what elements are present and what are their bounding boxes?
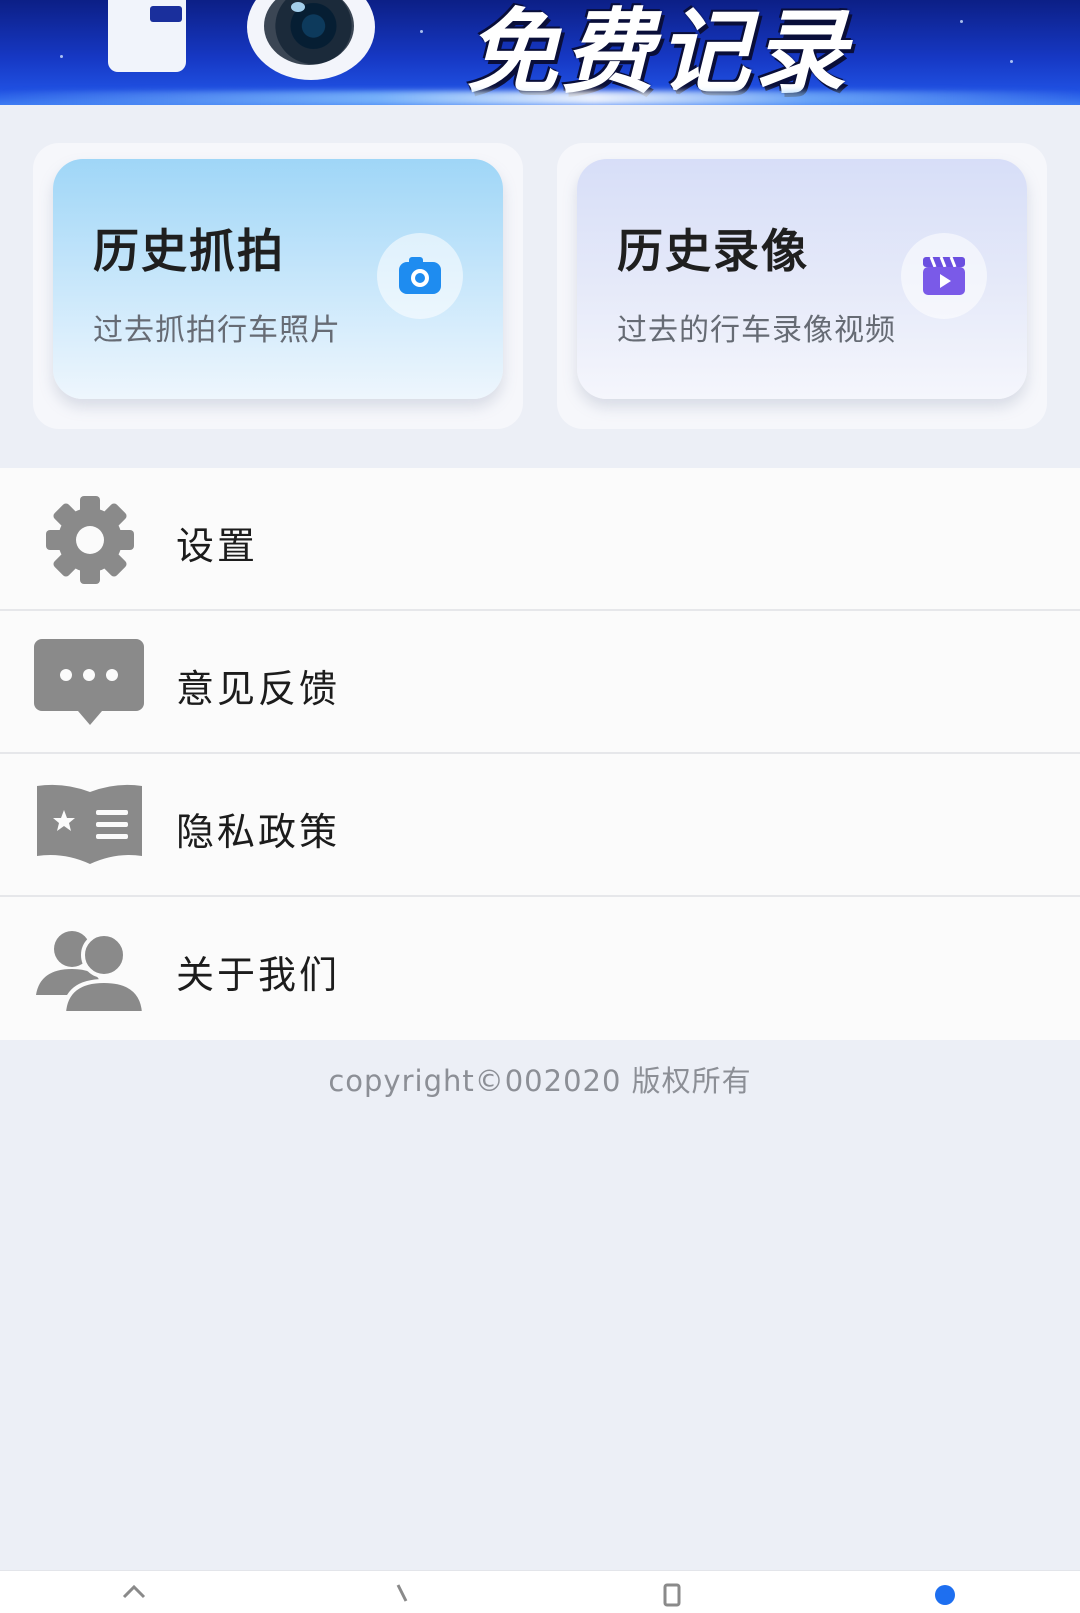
banner: 免费记录 bbox=[0, 0, 1080, 105]
nav-tab-records[interactable] bbox=[642, 1571, 702, 1613]
history-video-card[interactable]: 历史录像 过去的行车录像视频 bbox=[577, 159, 1027, 399]
copyright-text: copyright©002020 版权所有 bbox=[328, 1064, 752, 1098]
nav-tab-home[interactable] bbox=[104, 1571, 164, 1613]
document-icon bbox=[663, 1583, 681, 1607]
gear-icon bbox=[34, 496, 146, 584]
history-snapshot-card[interactable]: 历史抓拍 过去抓拍行车照片 bbox=[53, 159, 503, 399]
bottom-nav bbox=[0, 1570, 1080, 1613]
banner-sparkle bbox=[960, 20, 963, 23]
banner-sparkle bbox=[1010, 60, 1013, 63]
people-icon bbox=[34, 925, 147, 1015]
menu-item-label: 隐私政策 bbox=[176, 810, 341, 854]
card-subtitle: 过去抓拍行车照片 bbox=[93, 313, 341, 348]
menu-item-label: 关于我们 bbox=[176, 953, 341, 997]
card-title: 历史录像 bbox=[617, 224, 809, 278]
nav-tab-discover[interactable] bbox=[372, 1571, 432, 1613]
menu-item-label: 意见反馈 bbox=[176, 667, 341, 711]
banner-sparkle bbox=[420, 30, 423, 33]
banner-sparkle bbox=[60, 55, 63, 58]
video-icon bbox=[901, 233, 987, 319]
book-icon bbox=[34, 782, 146, 870]
menu-item-about[interactable]: 关于我们 bbox=[0, 897, 1080, 1040]
camera-icon bbox=[377, 233, 463, 319]
menu-item-label: 设置 bbox=[176, 524, 259, 568]
compass-icon bbox=[396, 1584, 408, 1602]
card-title: 历史抓拍 bbox=[93, 224, 285, 278]
card-subtitle: 过去的行车录像视频 bbox=[617, 313, 896, 348]
mine-page: 免费记录 历史抓拍 过去抓拍行车照片 历史录像 过去的行车录像视频 设置 意见反… bbox=[0, 0, 1080, 1613]
menu-item-settings[interactable]: 设置 bbox=[0, 468, 1080, 611]
history-snapshot-card-wrap: 历史抓拍 过去抓拍行车照片 bbox=[33, 143, 523, 429]
menu-item-privacy[interactable]: 隐私政策 bbox=[0, 754, 1080, 897]
nav-tab-mine[interactable] bbox=[915, 1571, 975, 1613]
history-cards: 历史抓拍 过去抓拍行车照片 历史录像 过去的行车录像视频 bbox=[0, 105, 1080, 468]
settings-menu: 设置 意见反馈 隐私政策 关于我们 bbox=[0, 468, 1080, 1040]
user-icon bbox=[935, 1585, 955, 1605]
home-icon bbox=[122, 1584, 146, 1599]
banner-title: 免费记录 bbox=[466, 0, 851, 105]
chat-icon bbox=[34, 639, 146, 727]
history-video-card-wrap: 历史录像 过去的行车录像视频 bbox=[557, 143, 1047, 429]
menu-item-feedback[interactable]: 意见反馈 bbox=[0, 611, 1080, 754]
